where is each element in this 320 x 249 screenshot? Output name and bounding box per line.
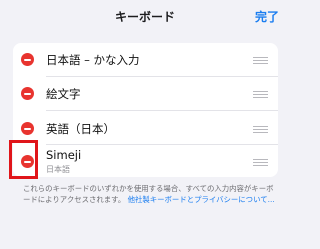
- delete-icon[interactable]: [21, 53, 34, 66]
- keyboard-list: 日本語 – かな入力 絵文字 英語（日本） Simeji 日本語: [13, 43, 278, 177]
- keyboard-row-english: 英語（日本）: [13, 111, 278, 145]
- navigation-bar: キーボード 完了: [0, 0, 290, 34]
- page-title: キーボード: [114, 10, 175, 24]
- keyboard-row-kana: 日本語 – かな入力: [13, 43, 278, 77]
- reorder-handle-icon[interactable]: [253, 91, 268, 98]
- privacy-link[interactable]: 他社製キーボードとプライバシーについて...: [128, 195, 275, 204]
- reorder-handle-icon[interactable]: [253, 159, 268, 166]
- keyboard-sublabel: 日本語: [46, 165, 70, 174]
- keyboard-label: 英語（日本）: [46, 122, 115, 136]
- delete-icon[interactable]: [21, 87, 34, 100]
- delete-icon[interactable]: [21, 122, 34, 135]
- done-button[interactable]: 完了: [255, 8, 279, 25]
- reorder-handle-icon[interactable]: [253, 57, 268, 64]
- keyboard-label: 絵文字: [46, 87, 81, 101]
- keyboard-label: 日本語 – かな入力: [46, 53, 140, 67]
- delete-icon[interactable]: [21, 155, 34, 168]
- keyboard-row-simeji: Simeji 日本語: [13, 145, 278, 177]
- keyboard-label: Simeji: [46, 148, 82, 162]
- privacy-footer: これらのキーボードのいずれかを使用する場合、すべての入力内容がキーボードによりア…: [23, 183, 278, 205]
- keyboard-row-emoji: 絵文字: [13, 77, 278, 111]
- reorder-handle-icon[interactable]: [253, 126, 268, 133]
